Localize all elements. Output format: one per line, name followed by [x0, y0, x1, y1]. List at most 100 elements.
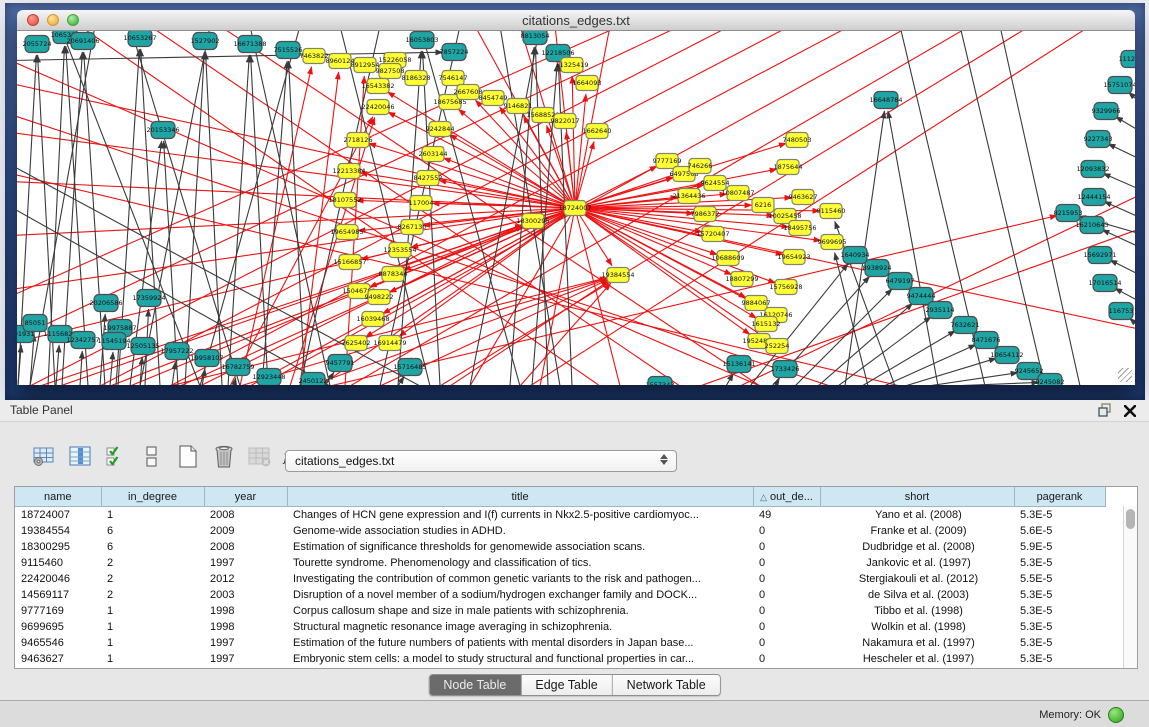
table-settings-icon[interactable]	[30, 444, 57, 470]
graph-node[interactable]: 15166857	[333, 255, 366, 270]
graph-edge[interactable]	[1115, 117, 1135, 136]
graph-node[interactable]: 7625402	[342, 336, 371, 351]
float-panel-icon[interactable]	[1098, 403, 1113, 422]
network-view-window[interactable]: citations_edges.txt 20557241065326206914…	[17, 10, 1135, 385]
graph-node[interactable]: 16053803	[405, 32, 438, 49]
graph-node[interactable]: 9245082	[1036, 374, 1065, 386]
graph-edge[interactable]	[172, 362, 175, 385]
graph-node[interactable]: 16782759	[221, 359, 254, 376]
column-header-out_de[interactable]: △out_de...	[753, 487, 820, 507]
graph-edge[interactable]	[905, 358, 996, 385]
tab-edge-table[interactable]: Edge Table	[521, 675, 612, 695]
graph-node[interactable]: 10688609	[711, 251, 744, 266]
graph-node[interactable]: 1733426	[771, 361, 800, 378]
select-column-icon[interactable]	[66, 444, 93, 470]
graph-node[interactable]: 16648784	[869, 92, 902, 109]
graph-node[interactable]: 2603144	[419, 147, 448, 162]
graph-node[interactable]: 2055724	[23, 36, 52, 53]
graph-edge[interactable]	[1128, 92, 1135, 109]
graph-node[interactable]: 9498222	[365, 290, 394, 305]
table-header-row[interactable]: namein_degreeyeartitle△out_de...shortpag…	[15, 487, 1105, 507]
graph-node[interactable]: 19654923	[777, 250, 810, 265]
close-panel-icon[interactable]	[1124, 404, 1136, 422]
graph-node[interactable]: 9227343	[1084, 131, 1113, 148]
column-header-pagerank[interactable]: pagerank	[1014, 487, 1105, 507]
graph-node[interactable]: 9115460	[817, 204, 846, 219]
table-row[interactable]: 1938455462009Genome-wide association stu…	[15, 523, 1105, 539]
graph-node[interactable]: 7515526	[274, 42, 303, 59]
table-row[interactable]: 977716911998Corpus callosum shape and si…	[15, 603, 1105, 619]
graph-node[interactable]: 7546147	[439, 71, 468, 86]
graph-node[interactable]: 8427552	[414, 171, 443, 186]
column-header-title[interactable]: title	[287, 487, 753, 507]
graph-node[interactable]: 6479197	[886, 273, 915, 290]
graph-node[interactable]: 1662640	[583, 124, 612, 139]
graph-edge[interactable]	[950, 382, 1039, 385]
tab-node-table[interactable]: Node Table	[429, 675, 521, 695]
table-row[interactable]: 946362711997Embryonic stem cells: a mode…	[15, 651, 1105, 667]
graph-node[interactable]: 9457791	[326, 355, 355, 372]
graph-node[interactable]: 8938924	[863, 260, 892, 277]
window-resize-grip[interactable]	[1118, 368, 1132, 382]
graph-edge[interactable]	[575, 94, 586, 208]
table-row[interactable]: 911546021997Tourette syndrome. Phenomeno…	[15, 555, 1105, 571]
table-row[interactable]: 1830029562008Estimation of significance …	[15, 539, 1105, 555]
graph-node[interactable]: 2935114	[926, 302, 955, 319]
graph-node[interactable]: 16543382	[361, 79, 394, 94]
graph-edge[interactable]	[56, 345, 59, 385]
node-attribute-table[interactable]: namein_degreeyeartitle△out_de...shortpag…	[14, 486, 1138, 669]
graph-node[interactable]: 9463627	[789, 190, 818, 205]
graph-node[interactable]: 8186328	[402, 71, 431, 86]
graph-edge[interactable]	[1103, 173, 1135, 193]
graph-node[interactable]: 20153346	[146, 122, 179, 139]
window-titlebar[interactable]: citations_edges.txt	[17, 10, 1135, 31]
graph-node[interactable]: 746266	[688, 159, 713, 174]
graph-node[interactable]: 16671388	[233, 36, 266, 53]
graph-edge[interactable]	[1108, 144, 1135, 163]
graph-node[interactable]: 85051	[23, 315, 47, 332]
graph-edge[interactable]	[17, 31, 620, 301]
column-header-name[interactable]: name	[15, 487, 101, 507]
graph-edge[interactable]	[80, 351, 82, 385]
graph-node[interactable]: 252254	[765, 339, 790, 354]
graph-node[interactable]: 20206586	[89, 295, 122, 312]
graph-node[interactable]: 12923448	[252, 369, 285, 386]
graph-node[interactable]: 16039468	[356, 312, 389, 327]
graph-node[interactable]: 1664093	[573, 76, 602, 91]
graph-node[interactable]: 7986372	[691, 207, 720, 222]
graph-node[interactable]: 22420046	[361, 100, 394, 115]
graph-node[interactable]: 12342757	[66, 332, 99, 349]
table-row[interactable]: 1872400712008Changes of HCN gene express…	[15, 507, 1105, 524]
select-rows-icon[interactable]	[102, 444, 129, 470]
new-table-icon[interactable]	[174, 444, 201, 470]
graph-node[interactable]: 6216	[752, 198, 774, 213]
graph-node[interactable]: 10654112	[990, 347, 1023, 364]
graph-node[interactable]: 8215953	[1054, 205, 1083, 222]
column-header-year[interactable]: year	[204, 487, 287, 507]
graph-node[interactable]: 15751074	[1103, 77, 1135, 94]
graph-node[interactable]: 15716485	[393, 359, 426, 376]
column-header-short[interactable]: short	[820, 487, 1014, 507]
table-row[interactable]: 946554611997Estimation of the future num…	[15, 635, 1105, 651]
graph-node[interactable]: 1615132	[752, 317, 781, 332]
graph-node[interactable]: 9827508	[376, 64, 405, 79]
graph-node[interactable]: 12505135	[126, 338, 159, 355]
graph-node[interactable]: 9822017	[551, 114, 580, 129]
graph-node[interactable]: 10653267	[123, 31, 156, 47]
graph-node[interactable]: 1112304	[1119, 51, 1135, 68]
graph-edge[interactable]	[888, 111, 938, 385]
graph-node[interactable]: 15720407	[696, 227, 729, 242]
graph-node[interactable]: 8813054	[521, 31, 550, 45]
graph-node[interactable]: 7857224	[440, 44, 469, 61]
graph-node[interactable]: 1640934	[841, 247, 870, 264]
graph-edge[interactable]	[1129, 318, 1135, 334]
graph-edge[interactable]	[835, 253, 868, 385]
graph-node[interactable]: 116753	[1109, 303, 1134, 320]
graph-node[interactable]: 7463822	[300, 49, 329, 64]
graph-node[interactable]: 21364436	[672, 189, 705, 204]
graph-edge[interactable]	[558, 64, 572, 385]
graph-edge[interactable]	[795, 289, 892, 385]
graph-node[interactable]: 16210643	[1075, 217, 1108, 234]
graph-node[interactable]: 1557343	[646, 377, 675, 386]
table-row[interactable]: 2242004622012Investigating the contribut…	[15, 571, 1105, 587]
